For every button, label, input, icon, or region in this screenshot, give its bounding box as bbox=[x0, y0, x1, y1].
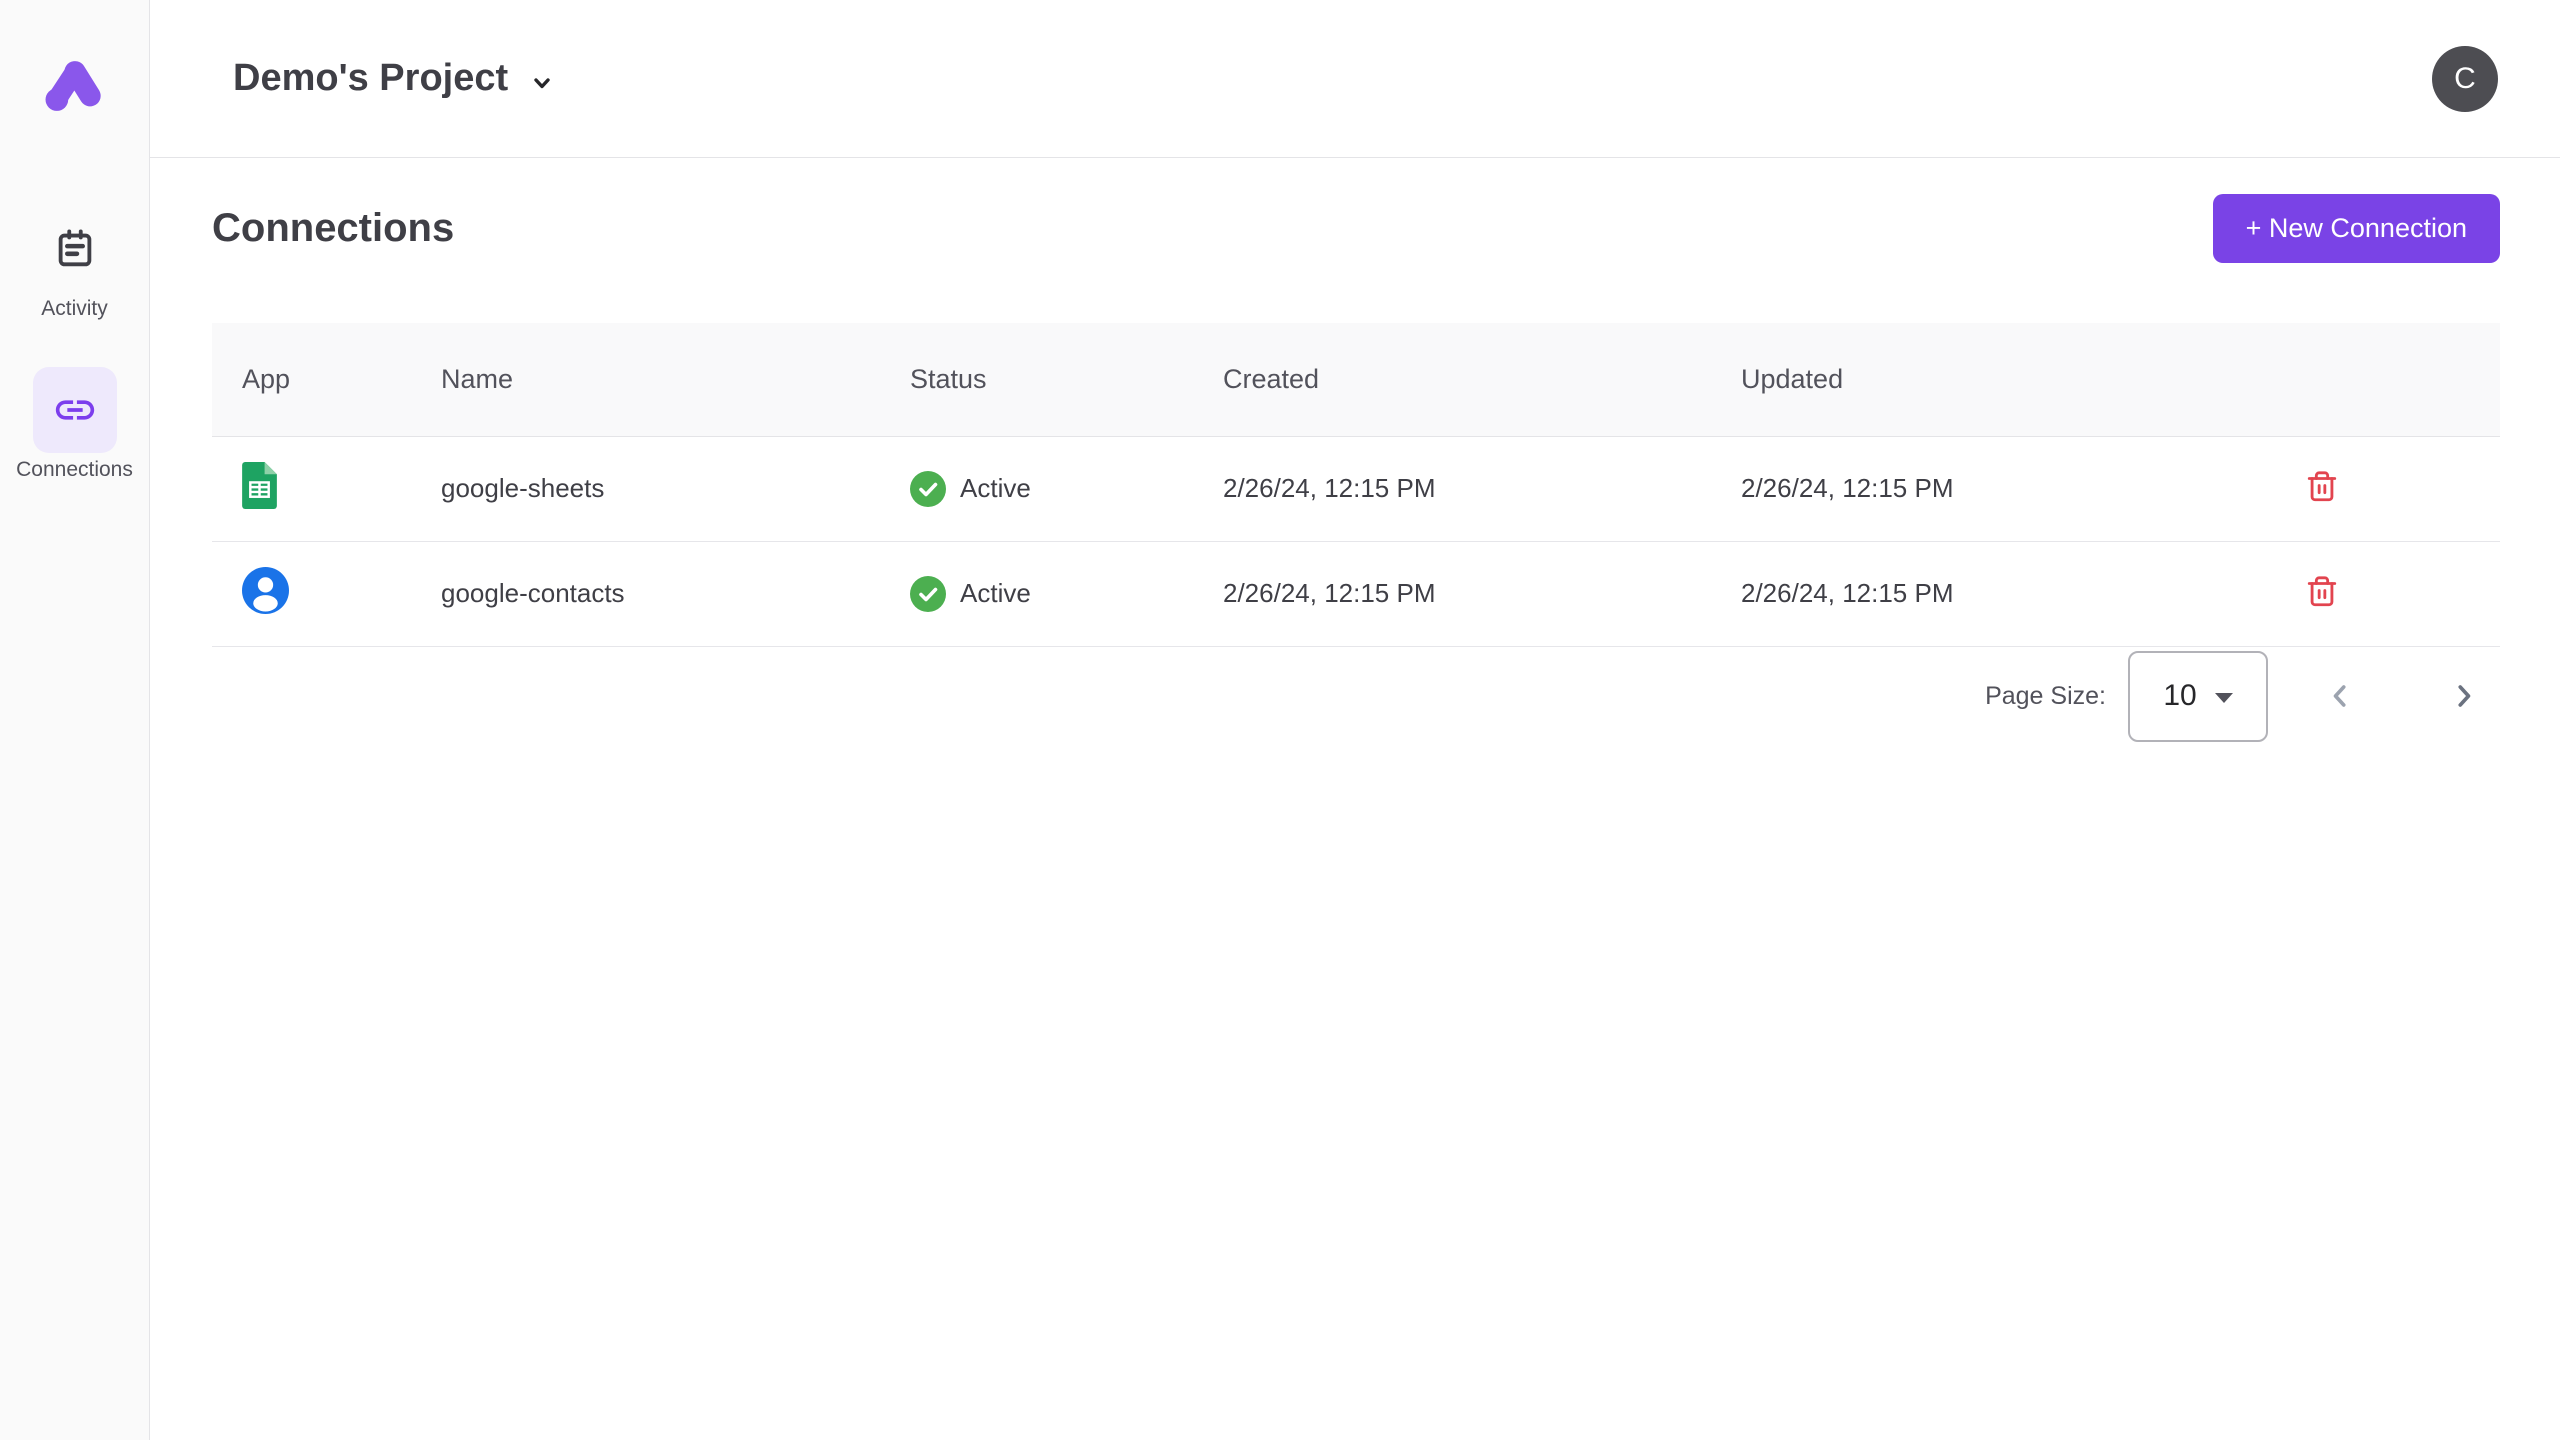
connections-icon-box bbox=[33, 367, 117, 453]
link-icon bbox=[52, 387, 98, 433]
chevron-down-icon bbox=[528, 69, 556, 97]
next-page-button[interactable] bbox=[2440, 672, 2488, 720]
topbar: Demo's Project C bbox=[150, 0, 2560, 158]
page-size-label: Page Size: bbox=[1985, 682, 2106, 711]
connections-table: App Name Status Created Updated bbox=[212, 323, 2500, 647]
column-header-status: Status bbox=[910, 323, 1223, 436]
trash-icon bbox=[2305, 470, 2339, 504]
delete-connection-button[interactable] bbox=[2301, 466, 2343, 508]
status-label: Active bbox=[960, 578, 1031, 609]
created-date: 2/26/24, 12:15 PM bbox=[1223, 541, 1741, 646]
sidebar-item-label: Activity bbox=[41, 297, 108, 321]
page-size-select[interactable]: 10 bbox=[2128, 651, 2268, 742]
delete-connection-button[interactable] bbox=[2301, 571, 2343, 613]
sidebar-item-label: Connections bbox=[16, 458, 133, 482]
updated-date: 2/26/24, 12:15 PM bbox=[1741, 436, 2301, 541]
column-header-name: Name bbox=[441, 323, 910, 436]
chevron-left-icon bbox=[2322, 678, 2358, 714]
caret-down-icon bbox=[2215, 693, 2233, 703]
sidebar-item-connections[interactable]: Connections bbox=[16, 367, 133, 482]
activity-calendar-icon bbox=[52, 226, 98, 272]
status-label: Active bbox=[960, 473, 1031, 504]
project-title: Demo's Project bbox=[233, 57, 508, 100]
column-header-app: App bbox=[212, 323, 441, 436]
chevron-right-icon bbox=[2446, 678, 2482, 714]
new-connection-button[interactable]: + New Connection bbox=[2213, 194, 2500, 263]
google-contacts-icon bbox=[242, 567, 289, 614]
project-switcher[interactable]: Demo's Project bbox=[233, 57, 556, 100]
column-header-created: Created bbox=[1223, 323, 1741, 436]
main-content: Connections + New Connection App Name St… bbox=[150, 158, 2560, 742]
sidebar: Activity Connections bbox=[0, 0, 150, 1440]
trash-icon bbox=[2305, 575, 2339, 609]
activepieces-logo-icon bbox=[39, 52, 111, 120]
created-date: 2/26/24, 12:15 PM bbox=[1223, 436, 1741, 541]
check-circle-icon bbox=[910, 471, 946, 507]
page-title: Connections bbox=[212, 206, 454, 251]
check-circle-icon bbox=[910, 576, 946, 612]
status-badge: Active bbox=[910, 542, 1223, 646]
status-badge: Active bbox=[910, 437, 1223, 541]
table-row[interactable]: google-sheets Active 2/26/24, 12:15 PM 2… bbox=[212, 436, 2500, 541]
page-size-value: 10 bbox=[2163, 679, 2196, 713]
column-header-updated: Updated bbox=[1741, 323, 2301, 436]
google-sheets-icon bbox=[242, 462, 277, 509]
pagination-bar: Page Size: 10 bbox=[212, 651, 2500, 742]
page-header: Connections + New Connection bbox=[212, 194, 2500, 263]
connection-name: google-sheets bbox=[441, 436, 910, 541]
activity-icon-box bbox=[33, 206, 117, 292]
user-avatar[interactable]: C bbox=[2432, 46, 2498, 112]
table-row[interactable]: google-contacts Active 2/26/24, 12:15 PM… bbox=[212, 541, 2500, 646]
column-header-actions bbox=[2301, 323, 2500, 436]
table-header: App Name Status Created Updated bbox=[212, 323, 2500, 436]
previous-page-button[interactable] bbox=[2316, 672, 2364, 720]
connection-name: google-contacts bbox=[441, 541, 910, 646]
updated-date: 2/26/24, 12:15 PM bbox=[1741, 541, 2301, 646]
sidebar-item-activity[interactable]: Activity bbox=[33, 206, 117, 321]
